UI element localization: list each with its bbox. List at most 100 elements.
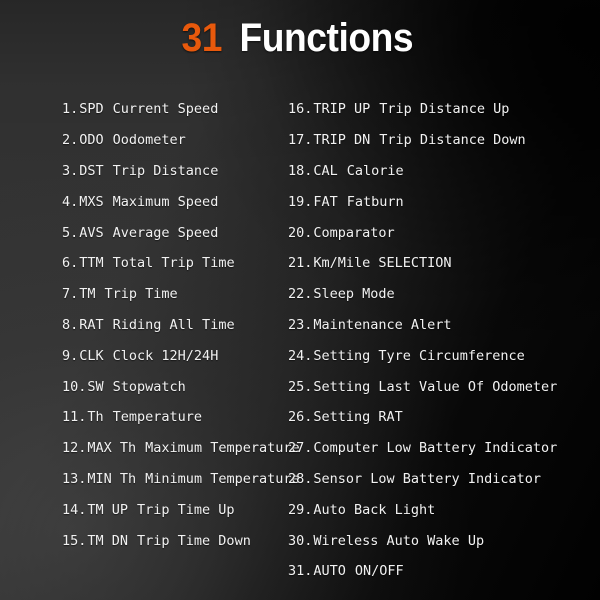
function-code: CLK [79, 347, 104, 364]
function-description: Setting Tyre Circumference [313, 347, 525, 364]
function-index: 18. [288, 162, 313, 179]
function-list-item: 5. AVS Average Speed [62, 217, 302, 248]
function-index: 24. [288, 347, 313, 364]
function-index: 6. [62, 255, 79, 272]
function-index: 19. [288, 193, 313, 210]
function-description: Computer Low Battery Indicator [313, 440, 558, 457]
function-description: Maximum Speed [112, 193, 219, 210]
function-list-item: 6. TTM Total Trip Time [62, 248, 302, 279]
function-description: Stopwatch [112, 378, 186, 395]
function-list-item: 28. Sensor Low Battery Indicator [288, 464, 588, 495]
function-list-item: 22. Sleep Mode [288, 279, 588, 310]
function-code: SW [87, 378, 104, 395]
function-list-item: 26. Setting RAT [288, 402, 588, 433]
function-index: 12. [62, 440, 87, 457]
function-code: CAL [313, 162, 338, 179]
function-index: 7. [62, 286, 79, 303]
function-description: Maximum Temperature [145, 440, 300, 457]
function-index: 20. [288, 224, 313, 241]
function-description: Setting RAT [313, 409, 403, 426]
function-index: 29. [288, 501, 313, 518]
function-list-item: 25. Setting Last Value Of Odometer [288, 371, 588, 402]
function-description: Wireless Auto Wake Up [313, 532, 485, 549]
function-code: TM DN [87, 532, 129, 549]
function-description: Trip Distance Up [379, 101, 510, 118]
function-code: TRIP UP [313, 101, 371, 118]
function-description: Setting Last Value Of Odometer [313, 378, 558, 395]
function-code: Th [87, 409, 104, 426]
function-index: 8. [62, 316, 79, 333]
function-code: ODO [79, 132, 104, 149]
function-list-item: 24. Setting Tyre Circumference [288, 340, 588, 371]
function-list-item: 18. CAL Calorie [288, 156, 588, 187]
function-description: Trip Distance Down [379, 132, 526, 149]
function-list-item: 1. SPD Current Speed [62, 94, 302, 125]
function-code: TRIP DN [313, 132, 371, 149]
function-description: Trip Distance [112, 162, 219, 179]
function-index: 14. [62, 501, 87, 518]
poster-content: 31 Functions 1. SPD Current Speed 2. ODO Oodom… [0, 0, 600, 600]
function-description: Clock 12H/24H [112, 347, 219, 364]
function-list-item: 12. MAX Th Maximum Temperature [62, 433, 302, 464]
title-count: 31 [181, 16, 223, 60]
function-index: 1. [62, 101, 79, 118]
function-index: 27. [288, 440, 313, 457]
function-list-item: 14. TM UP Trip Time Up [62, 494, 302, 525]
function-list-item: 13. MIN Th Minimum Temperature [62, 464, 302, 495]
function-code: TTM [79, 255, 104, 272]
function-list-item: 21. Km/Mile SELECTION [288, 248, 588, 279]
function-index: 13. [62, 470, 87, 487]
function-list-item: 10. SW Stopwatch [62, 371, 302, 402]
function-index: 26. [288, 409, 313, 426]
function-index: 4. [62, 193, 79, 210]
functions-poster: 31 Functions 1. SPD Current Speed 2. ODO Oodom… [0, 0, 600, 600]
function-list-item: 16. TRIP UP Trip Distance Up [288, 94, 588, 125]
function-code: TM UP [87, 501, 129, 518]
functions-column-left: 1. SPD Current Speed 2. ODO Oodometer 3. DST Tri… [62, 94, 302, 556]
function-index: 15. [62, 532, 87, 549]
function-code: MXS [79, 193, 104, 210]
function-list-item: 7. TM Trip Time [62, 279, 302, 310]
function-list-item: 2. ODO Oodometer [62, 125, 302, 156]
function-index: 31. [288, 563, 313, 580]
function-code: TM [79, 286, 96, 303]
functions-column-right: 16. TRIP UP Trip Distance Up 17. TRIP DN Trip… [288, 94, 588, 587]
function-code: AVS [79, 224, 104, 241]
function-list-item: 4. MXS Maximum Speed [62, 186, 302, 217]
function-description: Sensor Low Battery Indicator [313, 470, 541, 487]
function-code: MIN Th [87, 470, 137, 487]
function-description: Temperature [112, 409, 203, 426]
function-code: FAT [313, 193, 338, 210]
function-index: 28. [288, 470, 313, 487]
function-index: 11. [62, 409, 87, 426]
function-list-item: 9. CLK Clock 12H/24H [62, 340, 302, 371]
title-word: Functions [239, 16, 414, 60]
function-code: MAX Th [87, 440, 137, 457]
function-description: Current Speed [112, 101, 219, 118]
function-description: Calorie [346, 162, 404, 179]
page-title: 31 Functions [0, 18, 600, 58]
function-description: Fatburn [346, 193, 404, 210]
function-description: Sleep Mode [313, 286, 395, 303]
function-description: Trip Time [104, 286, 178, 303]
function-list-item: 31. AUTO ON/OFF [288, 556, 588, 587]
function-list-item: 27. Computer Low Battery Indicator [288, 433, 588, 464]
function-description: Total Trip Time [112, 255, 235, 272]
function-index: 22. [288, 286, 313, 303]
function-code: DST [79, 162, 104, 179]
function-index: 10. [62, 378, 87, 395]
function-list-item: 30. Wireless Auto Wake Up [288, 525, 588, 556]
function-description: Trip Time Up [137, 501, 235, 518]
function-code: SPD [79, 101, 104, 118]
function-list-item: 23. Maintenance Alert [288, 310, 588, 341]
function-list-item: 20. Comparator [288, 217, 588, 248]
function-list-item: 19. FAT Fatburn [288, 186, 588, 217]
function-index: 2. [62, 132, 79, 149]
function-description: Maintenance Alert [313, 316, 452, 333]
function-description: Average Speed [112, 224, 219, 241]
function-index: 30. [288, 532, 313, 549]
function-index: 17. [288, 132, 313, 149]
function-description: ON/OFF [354, 563, 404, 580]
function-index: 25. [288, 378, 313, 395]
function-index: 5. [62, 224, 79, 241]
